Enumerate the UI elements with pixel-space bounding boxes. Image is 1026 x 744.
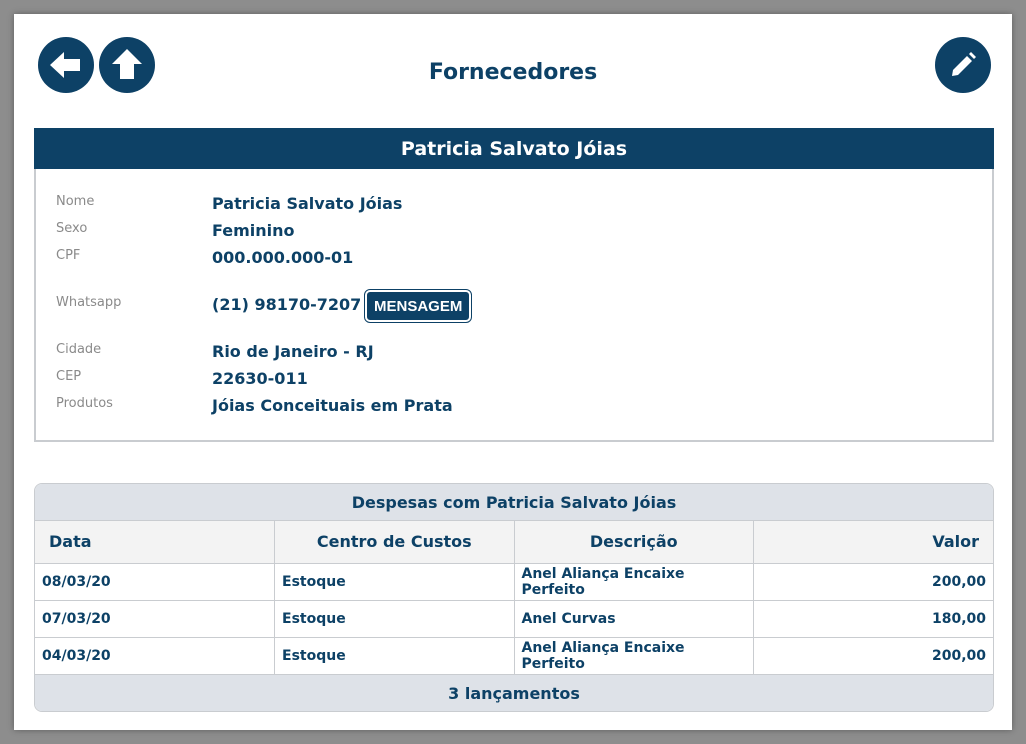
- cell-description: Anel Curvas: [514, 600, 754, 638]
- table-row[interactable]: 07/03/20 Estoque Anel Curvas 180,00: [35, 600, 993, 638]
- cell-cost-center: Estoque: [274, 637, 515, 675]
- expenses-table: Data Centro de Custos Descrição Valor 08…: [35, 521, 993, 675]
- nome-value: Patricia Salvato Jóias: [212, 194, 403, 213]
- whatsapp-value: (21) 98170-7207: [212, 295, 362, 314]
- cell-date: 07/03/20: [35, 600, 275, 638]
- produtos-label: Produtos: [56, 396, 113, 411]
- cell-cost-center: Estoque: [274, 600, 515, 638]
- message-button[interactable]: MENSAGEM: [363, 289, 473, 323]
- cell-description: Anel Aliança Encaixe Perfeito: [514, 563, 754, 601]
- nome-label: Nome: [56, 194, 95, 209]
- cidade-value: Rio de Janeiro - RJ: [212, 342, 374, 361]
- produtos-value: Jóias Conceituais em Prata: [212, 396, 453, 415]
- cell-cost-center: Estoque: [274, 563, 515, 601]
- whatsapp-label: Whatsapp: [56, 295, 122, 310]
- cell-date: 04/03/20: [35, 637, 275, 675]
- cell-description: Anel Aliança Encaixe Perfeito: [514, 637, 754, 675]
- pencil-icon: [952, 52, 976, 76]
- column-header-valor[interactable]: Valor: [753, 521, 993, 564]
- cell-value: 180,00: [753, 600, 993, 638]
- table-row[interactable]: 08/03/20 Estoque Anel Aliança Encaixe Pe…: [35, 563, 993, 601]
- page-title: Fornecedores: [428, 60, 598, 85]
- column-header-descricao[interactable]: Descrição: [514, 521, 754, 564]
- expenses-title: Despesas com Patricia Salvato Jóias: [35, 484, 993, 521]
- expenses-count: 3 lançamentos: [35, 674, 993, 711]
- table-row[interactable]: 04/03/20 Estoque Anel Aliança Encaixe Pe…: [35, 637, 993, 675]
- supplier-detail-card: Patricia Salvato Jóias Nome Patricia Sal…: [34, 128, 994, 442]
- cep-label: CEP: [56, 369, 82, 384]
- cidade-label: Cidade: [56, 342, 102, 357]
- column-header-data[interactable]: Data: [35, 521, 275, 564]
- cep-value: 22630-011: [212, 369, 308, 388]
- column-header-centro-de-custos[interactable]: Centro de Custos: [274, 521, 515, 564]
- edit-button[interactable]: [935, 37, 991, 93]
- cell-date: 08/03/20: [35, 563, 275, 601]
- sexo-label: Sexo: [56, 221, 88, 236]
- app-window: Fornecedores Patricia Salvato Jóias Nome…: [14, 14, 1012, 730]
- table-header-row: Data Centro de Custos Descrição Valor: [35, 521, 993, 564]
- cell-value: 200,00: [753, 563, 993, 601]
- cpf-value: 000.000.000-01: [212, 248, 354, 267]
- expenses-panel: Despesas com Patricia Salvato Jóias Data…: [34, 483, 994, 712]
- sexo-value: Feminino: [212, 221, 295, 240]
- cell-value: 200,00: [753, 637, 993, 675]
- cpf-label: CPF: [56, 248, 81, 263]
- supplier-header: Patricia Salvato Jóias: [34, 128, 994, 169]
